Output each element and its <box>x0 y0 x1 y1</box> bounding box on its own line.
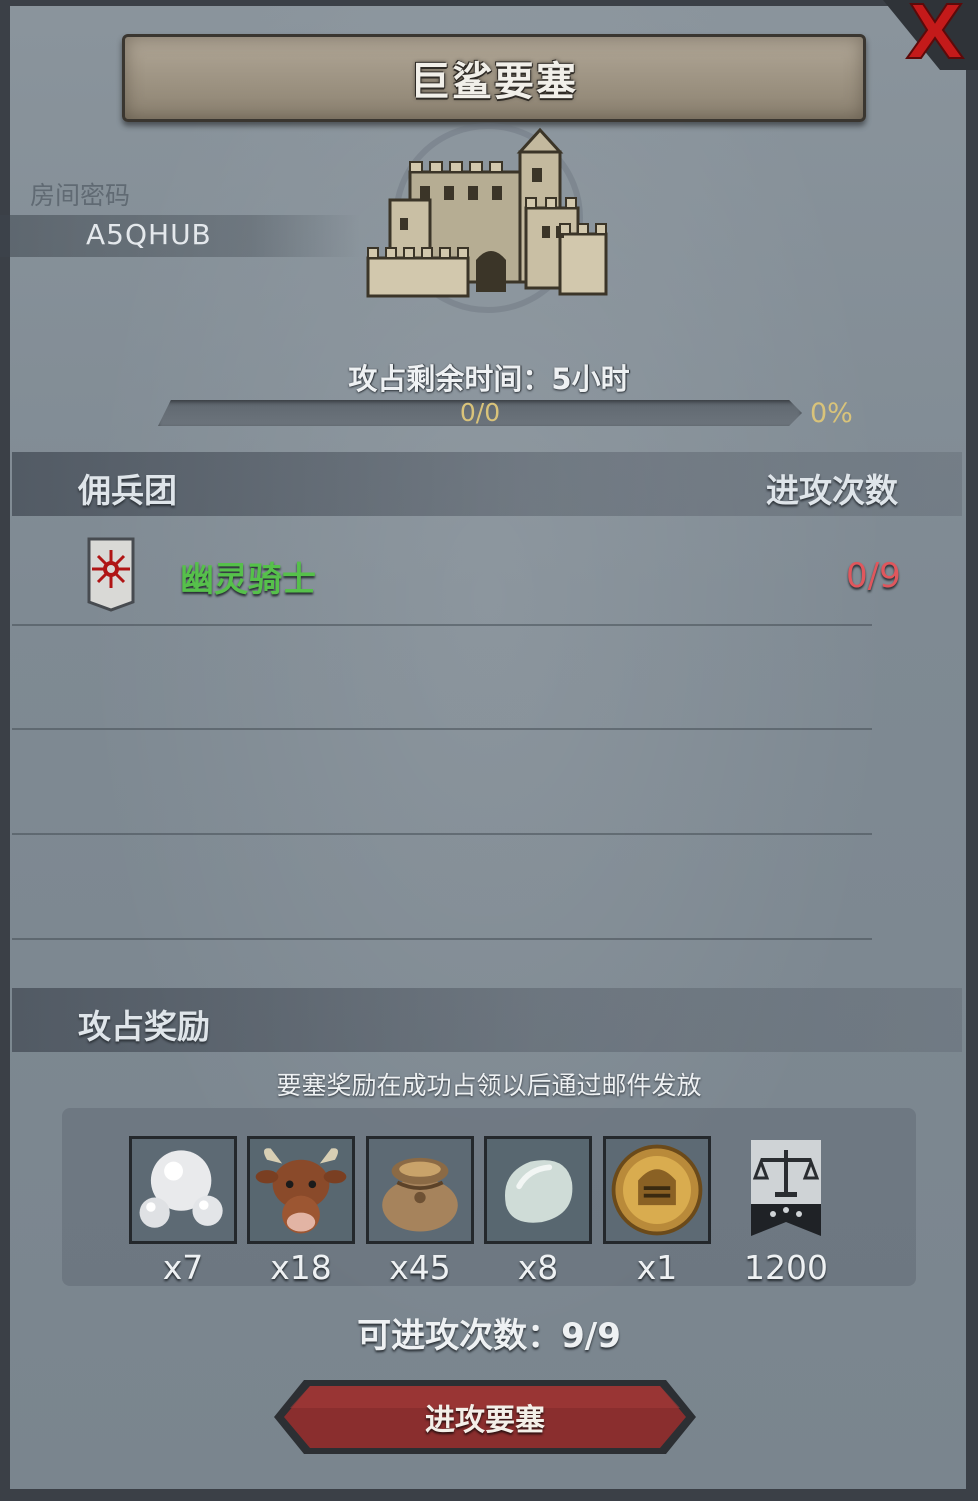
close-button[interactable] <box>900 0 970 62</box>
reward-pearl[interactable] <box>129 1136 237 1244</box>
scales-banner-icon <box>751 1140 821 1236</box>
reward-honor[interactable] <box>739 1136 833 1244</box>
reward-stone[interactable] <box>484 1136 592 1244</box>
attack-time-remaining: 攻占剩余时间：5小时 <box>348 362 630 396</box>
attacks-remaining: 可进攻次数：9/9 <box>357 1316 621 1356</box>
attack-fortress-button[interactable]: 进攻要塞 <box>270 1378 700 1456</box>
stone-icon <box>504 1160 573 1223</box>
attack-button-label: 进攻要塞 <box>425 1403 545 1438</box>
reward-qty: x7 <box>162 1248 204 1287</box>
list-divider <box>12 938 872 940</box>
rewards-title: 攻占奖励 <box>78 1007 210 1046</box>
reward-qty: 1200 <box>744 1248 828 1287</box>
close-x-icon <box>905 3 965 59</box>
reward-qty: x8 <box>517 1248 559 1287</box>
red-sun-shield-icon <box>87 537 135 612</box>
page-title: 巨鲨要塞 <box>410 59 578 105</box>
mercenary-column-title: 佣兵团 <box>78 471 177 510</box>
list-divider <box>12 728 872 730</box>
reward-cattle[interactable] <box>247 1136 355 1244</box>
cow-icon <box>255 1148 347 1234</box>
rewards-note: 要塞奖励在成功占领以后通过邮件发放 <box>276 1071 702 1100</box>
castle-icon <box>366 123 608 313</box>
grain-sack-icon <box>382 1157 458 1232</box>
reward-medal[interactable] <box>603 1136 711 1244</box>
list-divider <box>12 624 872 626</box>
progress-count: 0/0 <box>459 398 501 427</box>
attack-count-column-title: 进攻次数 <box>766 471 898 510</box>
progress-percent: 0% <box>810 398 853 429</box>
knight-medal-icon <box>611 1144 703 1236</box>
room-password-label: 房间密码 <box>30 181 131 210</box>
pearl-icon <box>139 1150 223 1228</box>
mercenary-name: 幽灵骑士 <box>180 560 316 600</box>
reward-qty: x18 <box>270 1248 332 1287</box>
reward-qty: x45 <box>389 1248 451 1287</box>
reward-qty: x1 <box>636 1248 678 1287</box>
mercenary-attack-count: 0/9 <box>846 556 901 596</box>
room-password-value: A5QHUB <box>86 218 212 251</box>
list-divider <box>12 833 872 835</box>
reward-grain[interactable] <box>366 1136 474 1244</box>
title-banner: 巨鲨要塞 <box>122 34 866 122</box>
